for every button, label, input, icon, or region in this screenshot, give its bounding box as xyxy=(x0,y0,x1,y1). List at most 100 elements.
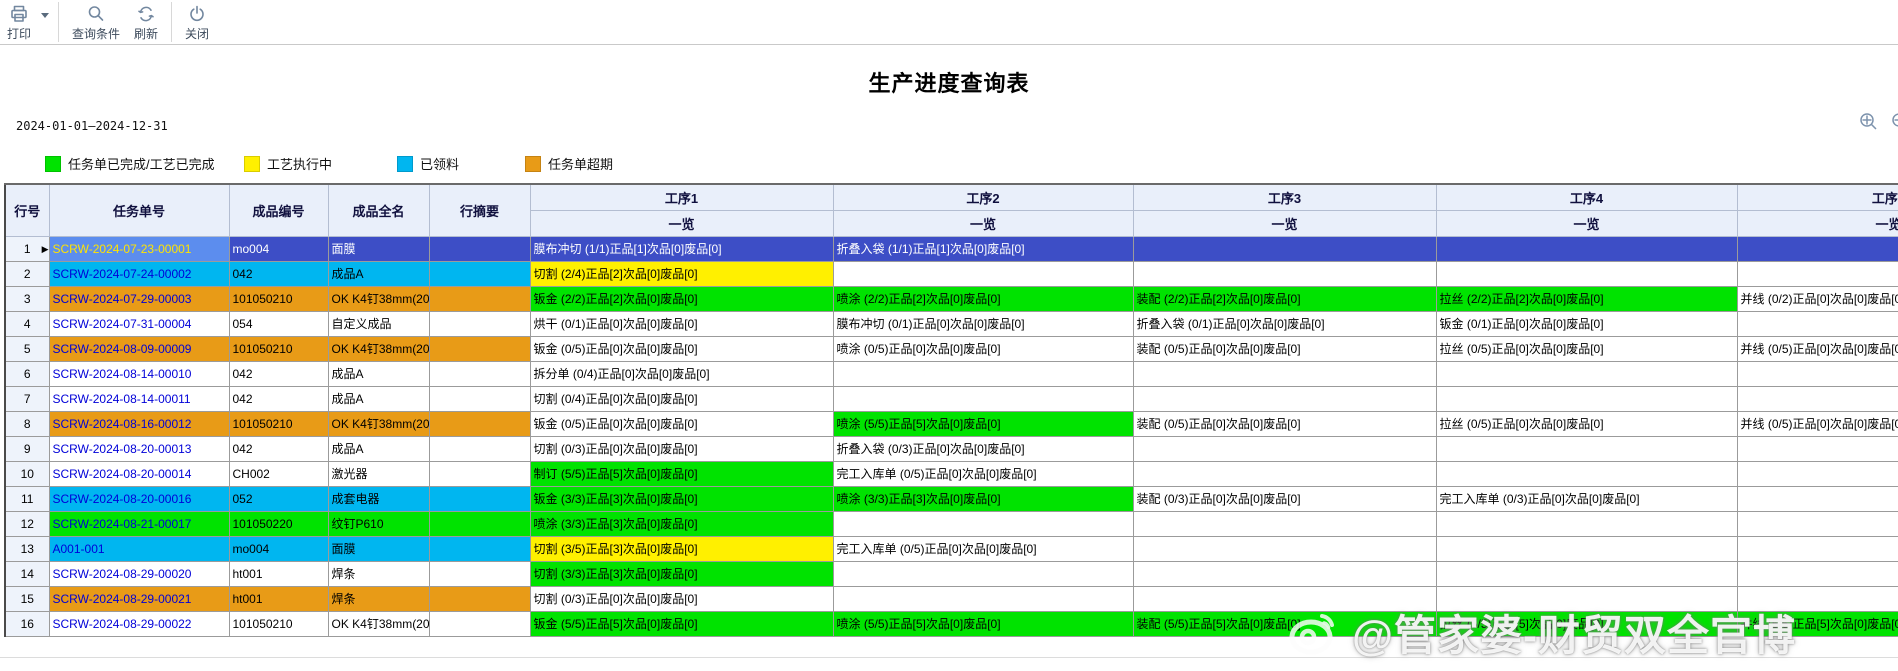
cell-process-5 xyxy=(1737,262,1898,287)
date-range: 2024-01-01—2024-12-31 xyxy=(16,119,168,133)
close-button[interactable]: 关闭 xyxy=(178,0,216,44)
cell-summary xyxy=(429,337,530,362)
print-dropdown-arrow[interactable] xyxy=(38,0,52,44)
app-window: 打印 查询条件 刷新 xyxy=(0,0,1898,671)
order-link[interactable]: A001-001 xyxy=(53,542,105,556)
cell-summary xyxy=(429,387,530,412)
cell-process-2 xyxy=(833,362,1133,387)
table-row[interactable]: 11SCRW-2024-08-20-00016052成套电器钣金 (3/3)正品… xyxy=(5,487,1898,512)
order-link[interactable]: SCRW-2024-08-29-00020 xyxy=(53,567,192,581)
refresh-icon xyxy=(136,3,156,25)
zoom-preview-icon-2[interactable] xyxy=(1890,111,1898,133)
order-link[interactable]: SCRW-2024-07-24-00002 xyxy=(53,267,192,281)
cell-product-name: 面膜 xyxy=(328,237,429,262)
table-row[interactable]: 8SCRW-2024-08-16-00012101050210OK K4钉38m… xyxy=(5,412,1898,437)
table-row[interactable]: 3SCRW-2024-07-29-00003101050210OK K4钉38m… xyxy=(5,287,1898,312)
order-link[interactable]: SCRW-2024-08-20-00016 xyxy=(53,492,192,506)
order-link[interactable]: SCRW-2024-08-20-00013 xyxy=(53,442,192,456)
cell-process-2: 完工入库单 (0/5)正品[0]次品[0]废品[0] xyxy=(833,462,1133,487)
cell-order-no: SCRW-2024-08-20-00013 xyxy=(49,437,229,462)
order-link[interactable]: SCRW-2024-08-20-00014 xyxy=(53,467,192,481)
order-link[interactable]: SCRW-2024-08-16-00012 xyxy=(53,417,192,431)
legend-swatch-cyan xyxy=(397,156,413,172)
cell-process-4: 拉丝 (0/5)正品[0]次品[0]废品[0] xyxy=(1436,337,1737,362)
col-header-order: 任务单号 xyxy=(49,184,229,237)
cell-process-3 xyxy=(1133,437,1436,462)
cell-order-no: SCRW-2024-08-21-00017 xyxy=(49,512,229,537)
current-row-marker: ▶ xyxy=(42,237,49,261)
cell-seq: 10 xyxy=(5,462,49,487)
cell-process-4 xyxy=(1436,262,1737,287)
cell-summary xyxy=(429,287,530,312)
cell-seq: 13 xyxy=(5,537,49,562)
order-link[interactable]: SCRW-2024-08-14-00010 xyxy=(53,367,192,381)
cell-process-3 xyxy=(1133,387,1436,412)
order-link[interactable]: SCRW-2024-08-29-00021 xyxy=(53,592,192,606)
cell-product-name: 焊条 xyxy=(328,587,429,612)
order-link[interactable]: SCRW-2024-08-21-00017 xyxy=(53,517,192,531)
cell-product-no: 054 xyxy=(229,312,328,337)
cell-order-no: SCRW-2024-07-23-00001 xyxy=(49,237,229,262)
order-link[interactable]: SCRW-2024-07-31-00004 xyxy=(53,317,192,331)
cell-process-2: 喷涂 (5/5)正品[5]次品[0]废品[0] xyxy=(833,412,1133,437)
print-button[interactable]: 打印 xyxy=(0,0,38,44)
table-row[interactable]: 7SCRW-2024-08-14-00011042成品A切割 (0/4)正品[0… xyxy=(5,387,1898,412)
cell-summary xyxy=(429,437,530,462)
col-subheader-overview-2: 一览 xyxy=(833,211,1133,237)
col-header-process-3: 工序3 xyxy=(1133,184,1436,211)
cell-process-3: 装配 (0/3)正品[0]次品[0]废品[0] xyxy=(1133,487,1436,512)
cell-product-name: 面膜 xyxy=(328,537,429,562)
cell-process-3: 装配 (0/5)正品[0]次品[0]废品[0] xyxy=(1133,337,1436,362)
order-link[interactable]: SCRW-2024-08-14-00011 xyxy=(53,392,191,406)
legend-label: 任务单超期 xyxy=(548,154,613,173)
cell-process-1: 制订 (5/5)正品[5]次品[0]废品[0] xyxy=(530,462,833,487)
col-header-process-4: 工序4 xyxy=(1436,184,1737,211)
cell-product-no: 042 xyxy=(229,387,328,412)
cell-order-no: SCRW-2024-08-16-00012 xyxy=(49,412,229,437)
cell-process-3 xyxy=(1133,512,1436,537)
cell-product-no: 052 xyxy=(229,487,328,512)
order-link[interactable]: SCRW-2024-08-29-00022 xyxy=(53,617,192,631)
cell-process-3 xyxy=(1133,462,1436,487)
table-row[interactable]: 2SCRW-2024-07-24-00002042成品A切割 (2/4)正品[2… xyxy=(5,262,1898,287)
table-row[interactable]: 10SCRW-2024-08-20-00014CH002激光器制订 (5/5)正… xyxy=(5,462,1898,487)
table-row[interactable]: 13A001-001mo004面膜切割 (3/5)正品[3]次品[0]废品[0]… xyxy=(5,537,1898,562)
cell-process-2: 膜布冲切 (0/1)正品[0]次品[0]废品[0] xyxy=(833,312,1133,337)
cell-process-5 xyxy=(1737,237,1898,262)
col-header-seq: 行号 xyxy=(5,184,49,237)
cell-process-5 xyxy=(1737,587,1898,612)
table-row[interactable]: 9SCRW-2024-08-20-00013042成品A切割 (0/3)正品[0… xyxy=(5,437,1898,462)
cell-product-name: 成品A xyxy=(328,387,429,412)
close-label: 关闭 xyxy=(185,25,209,42)
table-row[interactable]: 4SCRW-2024-07-31-00004054自定义成品烘干 (0/1)正品… xyxy=(5,312,1898,337)
cell-product-no: 042 xyxy=(229,437,328,462)
cell-seq: 2 xyxy=(5,262,49,287)
cell-process-2: 折叠入袋 (1/1)正品[1]次品[0]废品[0] xyxy=(833,237,1133,262)
cell-product-no: 042 xyxy=(229,362,328,387)
cell-process-1: 切割 (3/5)正品[3]次品[0]废品[0] xyxy=(530,537,833,562)
cell-summary xyxy=(429,512,530,537)
order-link[interactable]: SCRW-2024-07-23-00001 xyxy=(53,242,192,256)
cell-seq: 8 xyxy=(5,412,49,437)
zoom-preview-icon[interactable] xyxy=(1858,111,1880,133)
table-row[interactable]: 14SCRW-2024-08-29-00020ht001焊条切割 (3/3)正品… xyxy=(5,562,1898,587)
order-link[interactable]: SCRW-2024-07-29-00003 xyxy=(53,292,192,306)
order-link[interactable]: SCRW-2024-08-09-00009 xyxy=(53,342,192,356)
table-row[interactable]: 16SCRW-2024-08-29-00022101050210OK K4钉38… xyxy=(5,612,1898,637)
cell-process-5 xyxy=(1737,362,1898,387)
cell-seq: 5 xyxy=(5,337,49,362)
table-row[interactable]: 15SCRW-2024-08-29-00021ht001焊条切割 (0/3)正品… xyxy=(5,587,1898,612)
cell-summary xyxy=(429,312,530,337)
table-row[interactable]: 12SCRW-2024-08-21-00017101050220纹钉P610喷涂… xyxy=(5,512,1898,537)
query-conditions-button[interactable]: 查询条件 xyxy=(65,0,127,44)
cell-product-no: 042 xyxy=(229,262,328,287)
cell-process-2: 折叠入袋 (0/3)正品[0]次品[0]废品[0] xyxy=(833,437,1133,462)
table-row[interactable]: 5SCRW-2024-08-09-00009101050210OK K4钉38m… xyxy=(5,337,1898,362)
cell-process-4 xyxy=(1436,462,1737,487)
table-row[interactable]: 6SCRW-2024-08-14-00010042成品A拆分单 (0/4)正品[… xyxy=(5,362,1898,387)
refresh-button[interactable]: 刷新 xyxy=(127,0,165,44)
cell-summary xyxy=(429,462,530,487)
cell-summary xyxy=(429,487,530,512)
cell-product-name: 成品A xyxy=(328,362,429,387)
table-row[interactable]: 1▶SCRW-2024-07-23-00001mo004面膜膜布冲切 (1/1)… xyxy=(5,237,1898,262)
